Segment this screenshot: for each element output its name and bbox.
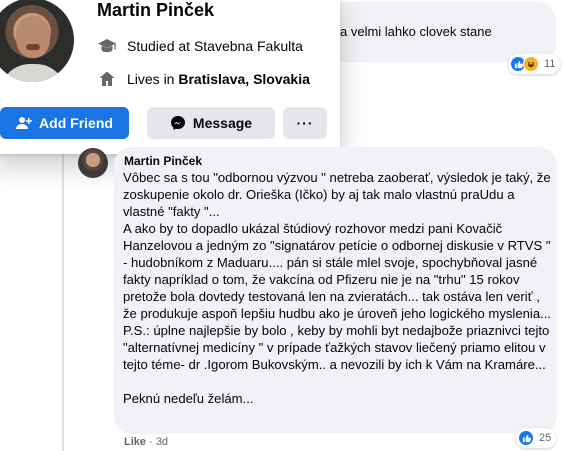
comment-author-avatar[interactable] <box>78 148 108 178</box>
comment-timestamp[interactable]: 3d <box>156 436 168 448</box>
profile-avatar[interactable] <box>0 0 74 82</box>
reaction-count: 11 <box>544 58 556 70</box>
like-reaction-icon <box>518 430 534 446</box>
comment-actions: Like · 3d <box>124 436 168 448</box>
profile-name[interactable]: Martin Pinček <box>97 0 214 21</box>
reaction-count: 25 <box>539 432 552 444</box>
residence-place[interactable]: Bratislava, Slovakia <box>178 71 310 87</box>
comment-text: Vôbec sa s tou "odbornou výzvou " netreb… <box>123 170 552 406</box>
graduation-cap-icon <box>96 36 118 56</box>
add-friend-button[interactable]: Add Friend <box>0 107 129 139</box>
education-place[interactable]: Stavebna Fakulta <box>194 38 303 54</box>
more-icon: ··· <box>296 115 314 131</box>
comment-bubble: Martin Pinček Vôbec sa s tou "odbornou v… <box>114 147 557 434</box>
add-friend-label: Add Friend <box>39 115 113 131</box>
residence-prefix: Lives in <box>127 71 175 87</box>
education-prefix: Studied at <box>127 38 191 54</box>
residence-row: Lives in Bratislava, Slovakia <box>96 69 310 89</box>
education-row: Studied at Stavebna Fakulta <box>96 36 303 56</box>
comment-reactions[interactable]: 25 <box>516 428 557 448</box>
message-button[interactable]: Message <box>147 107 275 139</box>
message-label: Message <box>192 115 253 131</box>
profile-hovercard: Martin Pinček Studied at Stavebna Fakult… <box>0 0 340 154</box>
previous-comment-reactions[interactable]: 11 <box>508 54 561 74</box>
more-options-button[interactable]: ··· <box>283 107 327 139</box>
comment-author-name[interactable]: Martin Pinček <box>124 154 202 168</box>
meta-separator: · <box>149 436 153 448</box>
house-icon <box>96 69 118 89</box>
like-link[interactable]: Like <box>124 436 146 448</box>
previous-comment-text: a velmi lahko clovek stane <box>340 24 492 39</box>
add-friend-icon <box>16 116 32 130</box>
haha-reaction-icon <box>523 56 539 72</box>
messenger-icon <box>170 115 186 131</box>
